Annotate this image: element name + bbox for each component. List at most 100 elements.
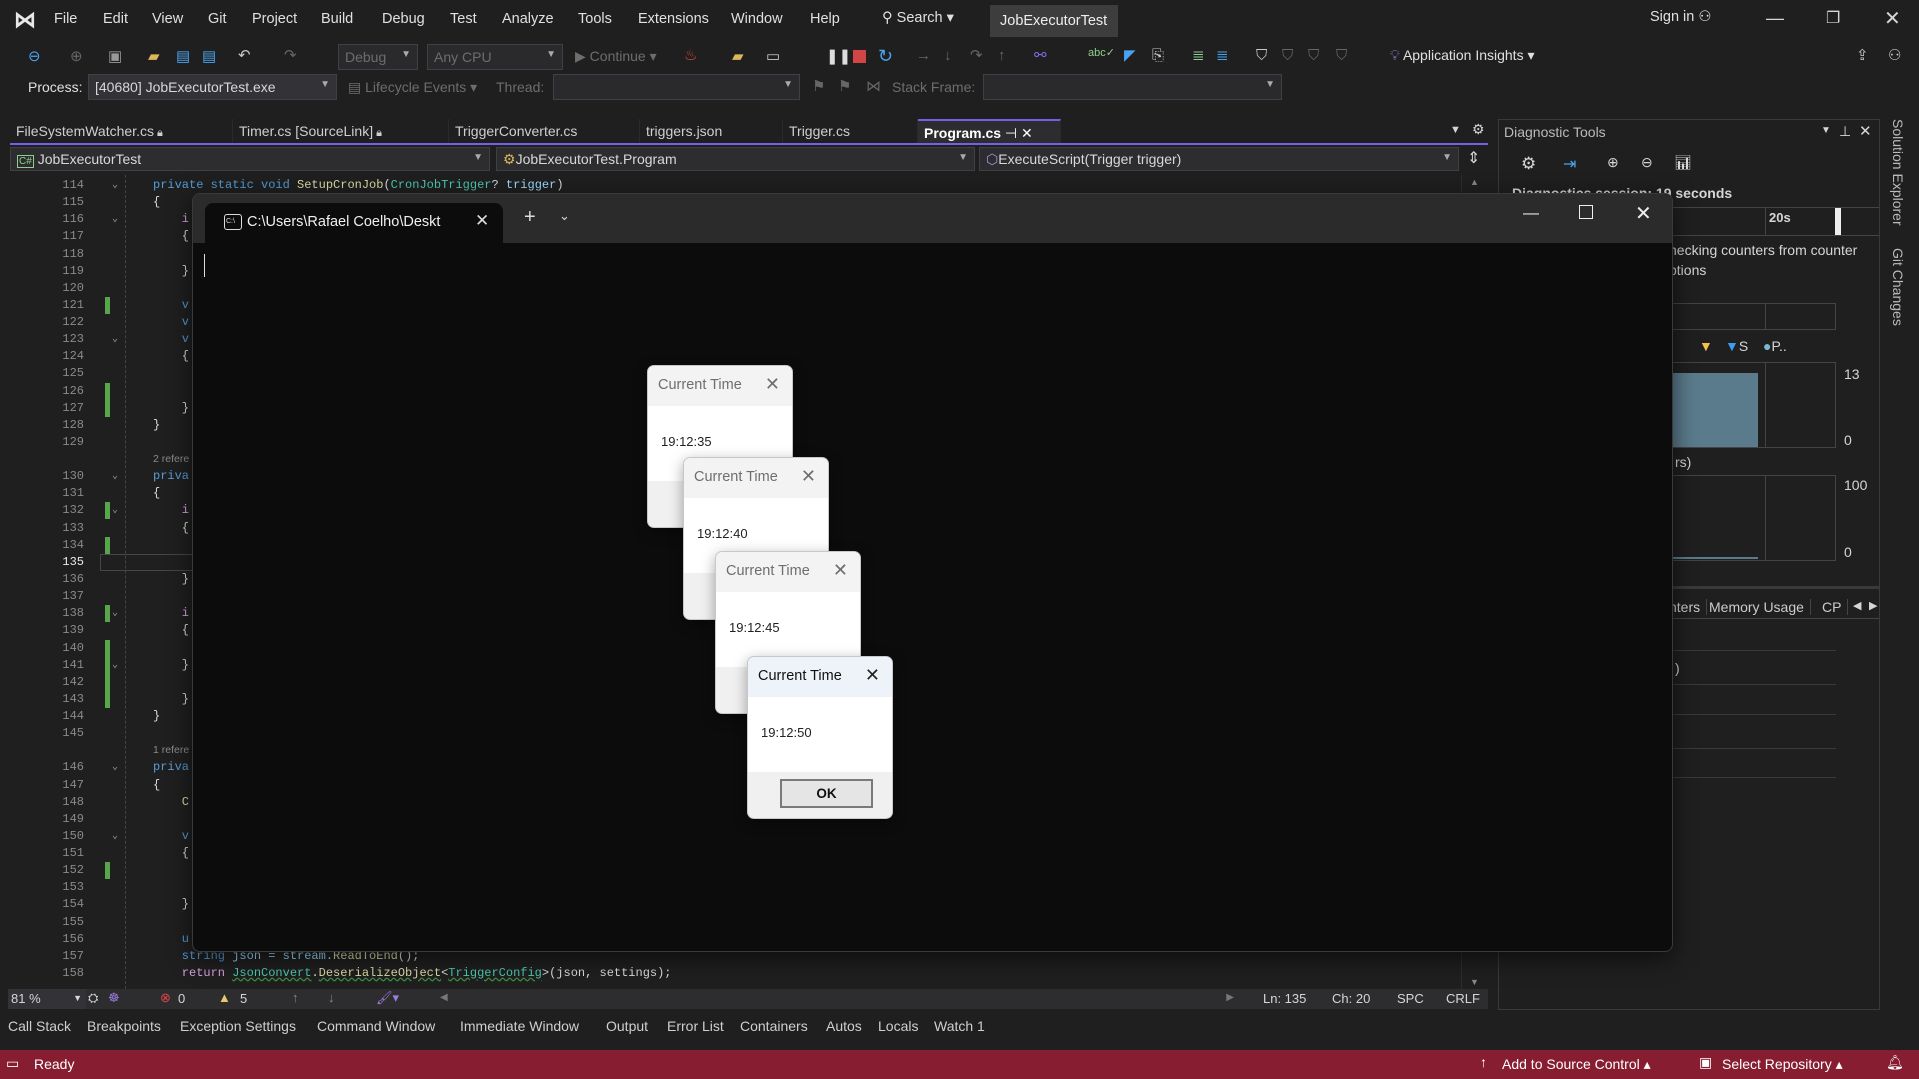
terminal-minimize-button[interactable]: — xyxy=(1523,205,1539,223)
flag-icon[interactable]: ⚑ xyxy=(812,79,825,94)
tab-list-dropdown[interactable]: ▼ xyxy=(1450,124,1461,136)
tab-exception-settings[interactable]: Exception Settings xyxy=(180,1018,296,1034)
error-count[interactable]: 0 xyxy=(178,991,185,1006)
undo-icon[interactable]: ↶ xyxy=(238,48,251,63)
type-dropdown[interactable]: ⚙JobExecutorTest.Program ▼ xyxy=(496,147,975,171)
intellicode-icon[interactable]: ☸ xyxy=(108,990,120,1006)
add-to-source-control-button[interactable]: Add to Source Control ▴ xyxy=(1502,1056,1651,1073)
format-icon[interactable]: ⎘ xyxy=(1152,48,1164,63)
flag-all-icon[interactable]: ⚑ xyxy=(838,79,851,94)
pin-close-icons[interactable]: ⊣ ✕ xyxy=(1001,125,1033,141)
fold-chevron-icon[interactable]: ⌄ xyxy=(112,331,118,348)
message-box-close-icon[interactable]: ✕ xyxy=(865,665,880,686)
notifications-icon[interactable]: 🔔︎ xyxy=(1886,1054,1904,1071)
next-bookmark-icon[interactable]: ⛉ xyxy=(1308,48,1319,63)
new-project-icon[interactable]: ▣ xyxy=(108,49,122,64)
terminal-tab[interactable]: C:\ C:\Users\Rafael Coelho\Deskt ✕ xyxy=(205,203,503,243)
feedback-icon[interactable]: ⚇ xyxy=(1888,48,1901,63)
tab-trigger-cs[interactable]: Trigger.cs xyxy=(783,119,918,143)
lifecycle-events-button[interactable]: ▤ Lifecycle Events ▾ xyxy=(348,79,477,96)
nav-right-icon[interactable]: ▶ xyxy=(1869,599,1877,612)
column-indicator[interactable]: Ch: 20 xyxy=(1332,991,1370,1006)
zoom-out-icon[interactable]: ⊖ xyxy=(1641,154,1653,171)
menu-help[interactable]: Help xyxy=(810,11,840,27)
project-dropdown[interactable]: C# JobExecutorTest ▼ xyxy=(10,147,490,171)
show-next-statement-icon[interactable]: → xyxy=(916,48,931,63)
git-changes-tab[interactable]: Git Changes xyxy=(1890,248,1906,326)
panel-close-icon[interactable]: ✕ xyxy=(1859,122,1872,140)
stop-icon[interactable] xyxy=(853,50,866,63)
step-over-icon[interactable]: ↷ xyxy=(970,48,983,63)
timeline-marker[interactable] xyxy=(1835,208,1841,235)
whitespace-indicator[interactable]: SPC xyxy=(1397,991,1424,1006)
select-icon[interactable]: ◤ xyxy=(1124,48,1136,63)
uncomment-icon[interactable]: ≣ xyxy=(1216,48,1229,63)
menu-edit[interactable]: Edit xyxy=(103,11,128,27)
error-icon[interactable]: ⊗ xyxy=(160,990,171,1006)
window-layout-icon[interactable]: ▭ xyxy=(766,49,780,64)
menu-tools[interactable]: Tools xyxy=(578,11,612,27)
settings-icon[interactable]: ⚙ xyxy=(1521,154,1536,174)
terminal-tab-close-icon[interactable]: ✕ xyxy=(475,211,489,231)
fold-chevron-icon[interactable]: ⌄ xyxy=(112,605,118,622)
tab-command-window[interactable]: Command Window xyxy=(317,1018,435,1034)
tab-breakpoints[interactable]: Breakpoints xyxy=(87,1018,161,1034)
redo-icon[interactable]: ↷ xyxy=(284,48,297,63)
diagnostic-tab[interactable]: CP xyxy=(1822,599,1849,615)
menu-debug[interactable]: Debug xyxy=(382,11,425,27)
warning-icon[interactable]: ▲ xyxy=(218,990,231,1005)
message-box-close-icon[interactable]: ✕ xyxy=(833,560,848,581)
export-icon[interactable]: ⇥ xyxy=(1563,154,1576,174)
pin-icon[interactable]: ⊥ xyxy=(1839,123,1851,140)
previous-issue-icon[interactable]: ↑ xyxy=(292,990,299,1005)
tab-error-list[interactable]: Error List xyxy=(667,1018,724,1034)
fold-chevron-icon[interactable]: ⌄ xyxy=(112,502,118,519)
line-ending-indicator[interactable]: CRLF xyxy=(1446,991,1480,1006)
fold-chevron-icon[interactable]: ⌄ xyxy=(112,468,118,485)
zoom-dropdown[interactable]: 81 % ▼ xyxy=(8,989,86,1009)
process-dropdown[interactable]: [40680] JobExecutorTest.exe ▼ xyxy=(88,74,337,100)
tab-watch-1[interactable]: Watch 1 xyxy=(934,1018,985,1034)
fold-chevron-icon[interactable]: ⌄ xyxy=(112,211,118,228)
legend-item[interactable]: ●P.. xyxy=(1763,338,1787,354)
member-dropdown[interactable]: ⬡ExecuteScript(Trigger trigger) ▼ xyxy=(979,147,1459,171)
forward-icon[interactable]: ⊕ xyxy=(70,49,83,64)
copilot-icon[interactable]: ⛭ xyxy=(88,990,98,1006)
tab-timer-cs-sourcelink-[interactable]: Timer.cs [SourceLink] 🔒︎ xyxy=(233,119,449,143)
menu-file[interactable]: File xyxy=(54,11,77,27)
new-tab-button[interactable]: + xyxy=(524,206,536,229)
reference-count[interactable]: 2 refere xyxy=(153,451,189,468)
spell-check-icon[interactable]: abc✓ xyxy=(1088,48,1115,59)
platform-dropdown[interactable]: Any CPU ▼ xyxy=(427,44,563,70)
step-out-icon[interactable]: ↑ xyxy=(998,48,1006,63)
clear-bookmarks-icon[interactable]: ⛉ xyxy=(1336,48,1347,63)
tab-dropdown-icon[interactable]: ⌄ xyxy=(559,208,570,224)
terminal-maximize-button[interactable] xyxy=(1579,205,1593,219)
menu-test[interactable]: Test xyxy=(450,11,477,27)
tab-containers[interactable]: Containers xyxy=(740,1018,808,1034)
show-external-icon[interactable]: ⋈ xyxy=(866,79,881,94)
save-icon[interactable]: ▤ xyxy=(176,49,190,64)
fold-chevron-icon[interactable]: ⌄ xyxy=(112,828,118,845)
restart-icon[interactable]: ↻ xyxy=(878,47,893,65)
configuration-dropdown[interactable]: Debug ▼ xyxy=(338,44,418,70)
split-editor-icon[interactable]: ⇕ xyxy=(1467,148,1480,168)
fold-chevron-icon[interactable]: ⌄ xyxy=(112,177,118,194)
solution-explorer-tab[interactable]: Solution Explorer xyxy=(1890,119,1906,226)
search-button[interactable]: ⚲ Search ▾ xyxy=(882,10,954,26)
diagnostic-tab[interactable]: Memory Usage xyxy=(1709,599,1811,615)
zoom-in-icon[interactable]: ⊕ xyxy=(1607,154,1619,171)
code-cleanup-icon[interactable]: 🖌︎▾ xyxy=(376,990,399,1006)
menu-analyze[interactable]: Analyze xyxy=(502,11,554,27)
menu-window[interactable]: Window xyxy=(731,11,783,27)
code-line[interactable]: 114 ⌄ private static void SetupCronJob(Cro… xyxy=(0,177,1460,194)
legend-item[interactable]: ▼S xyxy=(1725,338,1748,354)
step-into-icon[interactable]: ↓ xyxy=(944,48,952,63)
chart-icon[interactable]: 📊︎ xyxy=(1674,154,1692,171)
live-share-icon[interactable]: ⇪ xyxy=(1856,48,1869,63)
message-box[interactable]: Current Time ✕ 19:12:50 OK xyxy=(747,656,893,819)
thread-dropdown[interactable]: ▼ xyxy=(553,74,800,100)
tab-output[interactable]: Output xyxy=(606,1018,648,1034)
gear-icon[interactable]: ⚙ xyxy=(1472,121,1485,138)
hot-reload-icon[interactable]: ♨ xyxy=(684,48,697,63)
